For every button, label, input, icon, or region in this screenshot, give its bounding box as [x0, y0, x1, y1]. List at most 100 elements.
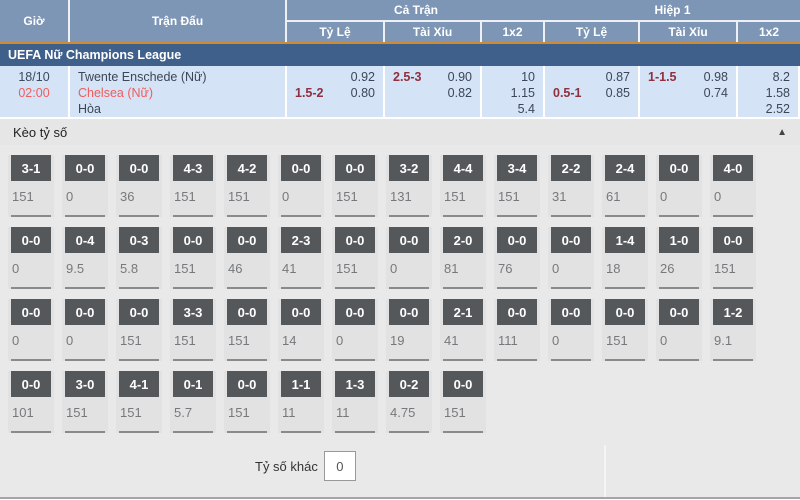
h1-handicap-away-odds[interactable]: 0.85 [606, 85, 630, 101]
score-cell-underline [227, 359, 267, 361]
score-odds-cell[interactable]: 2-081 [440, 227, 486, 289]
score-odds-cell[interactable]: 0-00 [386, 227, 432, 289]
score-odds-cell[interactable]: 0-019 [386, 299, 432, 361]
score-odds-value: 26 [660, 261, 702, 276]
ft-over-odds[interactable]: 0.90 [448, 69, 472, 85]
score-cell-underline [335, 359, 375, 361]
h1-over-under-odds-cell[interactable]: 1-1.50.98 0.74 [640, 66, 738, 117]
score-odds-cell[interactable]: 2-461 [602, 155, 648, 217]
score-odds-cell[interactable]: 0-0151 [116, 299, 162, 361]
score-label: 0-0 [389, 227, 429, 253]
score-odds-cell[interactable]: 4-2151 [224, 155, 270, 217]
score-odds-cell[interactable]: 0-014 [278, 299, 324, 361]
score-odds-cell[interactable]: 1-111 [278, 371, 324, 433]
score-odds-value: 131 [390, 189, 432, 204]
score-odds-cell[interactable]: 0-036 [116, 155, 162, 217]
ft-handicap-home-odds[interactable]: 0.92 [351, 69, 375, 85]
h1-1x2-draw-odds[interactable]: 2.52 [738, 101, 790, 117]
correct-score-section-header[interactable]: Kèo tỷ số ▲ [0, 119, 800, 145]
ft-under-odds[interactable]: 0.82 [448, 85, 472, 101]
score-odds-value: 41 [444, 333, 486, 348]
score-odds-cell[interactable]: 0-0151 [602, 299, 648, 361]
score-cell-underline [389, 359, 429, 361]
h1-handicap-home-odds[interactable]: 0.87 [606, 69, 630, 85]
draw-label[interactable]: Hòa [78, 101, 285, 117]
score-label: 0-0 [389, 299, 429, 325]
score-odds-cell[interactable]: 2-341 [278, 227, 324, 289]
score-odds-value: 0 [552, 261, 594, 276]
score-label: 0-0 [227, 227, 267, 253]
score-odds-cell[interactable]: 0-15.7 [170, 371, 216, 433]
score-odds-cell[interactable]: 0-0151 [332, 155, 378, 217]
score-odds-value: 151 [336, 261, 378, 276]
score-odds-cell[interactable]: 4-1151 [116, 371, 162, 433]
h1-1x2-odds-cell[interactable]: 8.2 1.58 2.52 [738, 66, 800, 117]
score-odds-cell[interactable]: 0-24.75 [386, 371, 432, 433]
ft-handicap-away-odds[interactable]: 0.80 [351, 85, 375, 101]
score-odds-cell[interactable]: 0-00 [548, 299, 594, 361]
score-odds-cell[interactable]: 2-231 [548, 155, 594, 217]
h1-1x2-home-odds[interactable]: 8.2 [738, 69, 790, 85]
score-odds-cell[interactable]: 3-3151 [170, 299, 216, 361]
score-label: 0-0 [335, 299, 375, 325]
score-odds-cell[interactable]: 1-418 [602, 227, 648, 289]
score-odds-cell[interactable]: 1-026 [656, 227, 702, 289]
score-label: 0-0 [713, 227, 753, 253]
score-odds-cell[interactable]: 4-00 [710, 155, 756, 217]
score-odds-cell[interactable]: 0-35.8 [116, 227, 162, 289]
score-odds-cell[interactable]: 1-29.1 [710, 299, 756, 361]
ft-handicap-odds-cell[interactable]: 0.92 1.5-20.80 [287, 66, 385, 117]
score-odds-cell[interactable]: 0-49.5 [62, 227, 108, 289]
ft-1x2-home-odds[interactable]: 10 [482, 69, 535, 85]
score-odds-cell[interactable]: 0-00 [656, 155, 702, 217]
score-label: 0-0 [497, 227, 537, 253]
h1-over-odds[interactable]: 0.98 [704, 69, 728, 85]
score-label: 4-1 [119, 371, 159, 397]
score-label: 2-1 [443, 299, 483, 325]
score-odds-cell[interactable]: 3-0151 [62, 371, 108, 433]
score-odds-cell[interactable]: 0-00 [8, 227, 54, 289]
score-cell-underline [119, 359, 159, 361]
ft-1x2-draw-odds[interactable]: 5.4 [482, 101, 535, 117]
score-odds-cell[interactable]: 1-311 [332, 371, 378, 433]
score-odds-cell[interactable]: 0-0111 [494, 299, 540, 361]
score-odds-cell[interactable]: 0-0151 [224, 299, 270, 361]
score-label: 0-0 [659, 155, 699, 181]
score-cell-underline [605, 359, 645, 361]
score-cell-underline [605, 215, 645, 217]
score-odds-cell[interactable]: 3-1151 [8, 155, 54, 217]
score-odds-cell[interactable]: 4-4151 [440, 155, 486, 217]
score-odds-cell[interactable]: 4-3151 [170, 155, 216, 217]
score-odds-cell[interactable]: 0-0101 [8, 371, 54, 433]
score-odds-cell[interactable]: 0-00 [8, 299, 54, 361]
ft-1x2-odds-cell[interactable]: 10 1.15 5.4 [482, 66, 545, 117]
score-odds-cell[interactable]: 0-0151 [710, 227, 756, 289]
home-team-name[interactable]: Twente Enschede (Nữ) [78, 69, 285, 85]
score-odds-cell[interactable]: 0-00 [62, 155, 108, 217]
score-odds-cell[interactable]: 0-00 [332, 299, 378, 361]
score-odds-cell[interactable]: 0-076 [494, 227, 540, 289]
score-odds-cell[interactable]: 0-00 [278, 155, 324, 217]
ft-1x2-away-odds[interactable]: 1.15 [482, 85, 535, 101]
score-odds-cell[interactable]: 0-0151 [224, 371, 270, 433]
score-odds-cell[interactable]: 0-046 [224, 227, 270, 289]
score-cell-underline [173, 431, 213, 433]
score-label: 2-2 [551, 155, 591, 181]
h1-1x2-away-odds[interactable]: 1.58 [738, 85, 790, 101]
h1-under-odds[interactable]: 0.74 [704, 85, 728, 101]
score-odds-cell[interactable]: 0-0151 [440, 371, 486, 433]
score-odds-cell[interactable]: 2-1 41 [440, 299, 486, 361]
h1-handicap-odds-cell[interactable]: 0.87 0.5-10.85 [545, 66, 640, 117]
collapse-arrow-icon[interactable]: ▲ [777, 127, 787, 138]
score-odds-cell[interactable]: 0-00 [656, 299, 702, 361]
away-team-name[interactable]: Chelsea (Nữ) [78, 85, 285, 101]
ft-over-under-odds-cell[interactable]: 2.5-30.90 0.82 [385, 66, 482, 117]
score-odds-cell[interactable]: 0-0151 [332, 227, 378, 289]
score-label: 0-0 [11, 227, 51, 253]
score-odds-cell[interactable]: 3-2131 [386, 155, 432, 217]
other-score-input[interactable]: 0 [324, 451, 356, 481]
score-odds-cell[interactable]: 3-4151 [494, 155, 540, 217]
score-odds-cell[interactable]: 0-00 [62, 299, 108, 361]
score-odds-cell[interactable]: 0-00 [548, 227, 594, 289]
score-odds-cell[interactable]: 0-0151 [170, 227, 216, 289]
